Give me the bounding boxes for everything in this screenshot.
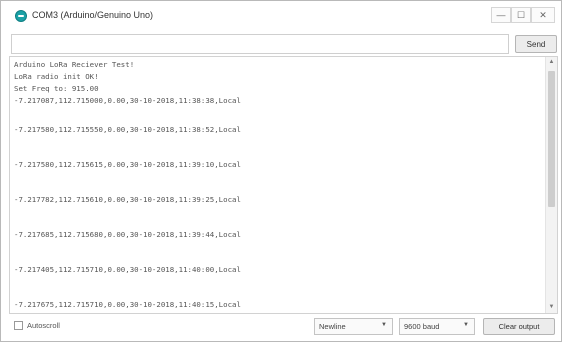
arduino-icon [15,10,27,22]
output-line: Set Freq to: 915.00 [14,84,99,93]
autoscroll-checkbox[interactable] [14,321,23,330]
baud-rate-select[interactable]: 9600 baud ▼ [399,318,475,335]
output-lines: Arduino LoRa Reciever Test! LoRa radio i… [14,59,544,311]
dropdown-arrow-icon: ▼ [463,322,469,328]
line-ending-select[interactable]: Newline ▼ [314,318,393,335]
autoscroll-toggle[interactable]: Autoscroll [14,321,60,330]
send-button[interactable]: Send [515,35,557,53]
output-line: LoRa radio init OK! [14,72,99,81]
scroll-down-arrow-icon[interactable]: ▼ [546,302,557,313]
output-line: -7.217675,112.715710,0.00,30-10-2018,11:… [14,300,241,309]
dropdown-arrow-icon: ▼ [381,322,387,328]
maximize-button[interactable]: ☐ [511,7,531,23]
output-line: -7.217087,112.715000,0.00,30-10-2018,11:… [14,96,241,105]
autoscroll-label: Autoscroll [27,321,60,330]
vertical-scrollbar[interactable]: ▲ ▼ [545,57,557,313]
serial-output[interactable]: Arduino LoRa Reciever Test! LoRa radio i… [9,56,558,314]
output-line: Arduino LoRa Reciever Test! [14,60,135,69]
send-row: Send [9,34,559,54]
baud-rate-value: 9600 baud [404,322,440,331]
send-input[interactable] [11,34,509,54]
output-line: -7.217580,112.715615,0.00,30-10-2018,11:… [14,160,241,169]
bottom-toolbar: Autoscroll Newline ▼ 9600 baud ▼ Clear o… [1,315,561,341]
close-button[interactable]: ✕ [531,7,555,23]
minimize-button[interactable]: — [491,7,511,23]
output-line: -7.217685,112.715680,0.00,30-10-2018,11:… [14,230,241,239]
clear-output-button[interactable]: Clear output [483,318,555,335]
serial-monitor-window: COM3 (Arduino/Genuino Uno) — ☐ ✕ Send Ar… [0,0,562,342]
output-line: -7.217782,112.715610,0.00,30-10-2018,11:… [14,195,241,204]
window-title: COM3 (Arduino/Genuino Uno) [32,10,154,20]
output-line: -7.217580,112.715550,0.00,30-10-2018,11:… [14,125,241,134]
scroll-thumb[interactable] [548,71,555,207]
scroll-up-arrow-icon[interactable]: ▲ [546,57,557,68]
title-bar: COM3 (Arduino/Genuino Uno) — ☐ ✕ [1,1,561,31]
output-line: -7.217405,112.715710,0.00,30-10-2018,11:… [14,265,241,274]
line-ending-value: Newline [319,322,346,331]
